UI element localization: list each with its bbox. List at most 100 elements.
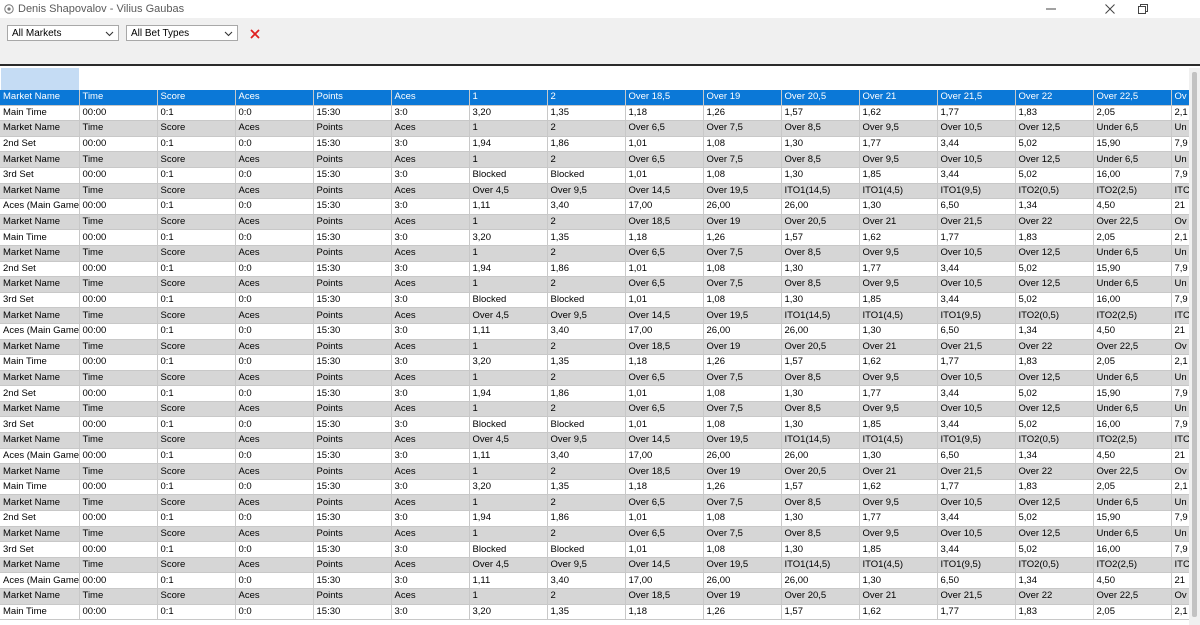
clear-filters-icon[interactable] (249, 28, 261, 40)
table-row[interactable]: 3rd Set 00:00 0:1 0:0 15:30 3:0 Blocked Blocked… (0, 167, 1191, 184)
table-cell[interactable]: Over 8,5 (781, 401, 860, 418)
table-cell[interactable]: 1,11 (469, 323, 548, 340)
table-cell[interactable]: 1,30 (781, 261, 860, 278)
table-cell[interactable]: ITO1(9,5) (937, 557, 1016, 574)
table-cell[interactable]: 2 (547, 120, 626, 137)
table-cell[interactable]: ITC (1171, 432, 1191, 449)
table-cell[interactable]: 1 (469, 120, 548, 137)
table-cell[interactable]: ITO1(4,5) (859, 183, 938, 200)
table-cell[interactable]: Score (157, 494, 236, 512)
table-cell[interactable]: Over 20,5 (781, 214, 860, 231)
table-cell[interactable]: Over 6,5 (625, 370, 704, 387)
table-cell[interactable]: Market Name (0, 245, 80, 262)
table-cell[interactable]: 21 (1171, 572, 1191, 589)
table-cell[interactable]: 26,00 (703, 572, 782, 589)
table-cell[interactable]: 7,9 (1171, 385, 1191, 402)
table-cell[interactable]: Score (157, 557, 236, 574)
table-cell[interactable]: Time (79, 494, 158, 512)
table-cell[interactable]: 5,02 (1015, 292, 1094, 309)
table-cell[interactable]: Un (1171, 401, 1191, 418)
close-window-button[interactable] (1095, 0, 1125, 18)
table-cell[interactable]: 1 (469, 276, 548, 293)
table-cell[interactable]: Market Name (0, 90, 80, 106)
table-cell[interactable]: 0:0 (235, 136, 314, 153)
table-cell[interactable]: 3:0 (391, 541, 470, 558)
table-cell[interactable]: Score (157, 90, 236, 106)
group-header-row[interactable]: Market Name Time Score Aces Points Aces 1 2 Over… (0, 463, 1191, 480)
table-cell[interactable]: 0:1 (157, 448, 236, 465)
table-cell[interactable]: 2,05 (1093, 105, 1172, 122)
grid-corner-cell[interactable] (1, 68, 79, 90)
table-cell[interactable]: 3,20 (469, 479, 548, 496)
table-cell[interactable]: 7,9 (1171, 416, 1191, 434)
table-row[interactable]: Main Time 00:00 0:1 0:0 15:30 3:0 3,20 1,35 1,18… (0, 479, 1191, 496)
table-cell[interactable]: 1 (469, 463, 548, 480)
table-cell[interactable]: Score (157, 370, 236, 387)
table-cell[interactable]: Aces (235, 588, 314, 605)
table-cell[interactable]: Aces (391, 183, 470, 200)
table-cell[interactable]: Points (313, 245, 392, 262)
table-cell[interactable]: Over 9,5 (859, 494, 938, 512)
table-cell[interactable]: 6,50 (937, 572, 1016, 589)
table-cell[interactable]: 1,11 (469, 198, 548, 215)
group-header-row[interactable]: Market Name Time Score Aces Points Aces 1 2 Over… (0, 214, 1191, 231)
table-cell[interactable]: Aces (235, 494, 314, 512)
table-cell[interactable]: 3rd Set (0, 167, 80, 184)
table-cell[interactable]: 5,02 (1015, 416, 1094, 434)
table-cell[interactable]: Over 10,5 (937, 526, 1016, 543)
table-cell[interactable]: 3:0 (391, 479, 470, 496)
table-cell[interactable]: 1 (469, 401, 548, 418)
table-cell[interactable]: Over 9,5 (547, 183, 626, 200)
table-cell[interactable]: 1,34 (1015, 323, 1094, 340)
table-cell[interactable]: 15:30 (313, 354, 392, 371)
table-cell[interactable]: 2nd Set (0, 136, 80, 153)
table-cell[interactable]: Score (157, 526, 236, 543)
table-cell[interactable]: 1,85 (859, 292, 938, 309)
table-cell[interactable]: 1,08 (703, 292, 782, 309)
table-cell[interactable]: Un (1171, 370, 1191, 387)
table-cell[interactable]: 0:0 (235, 167, 314, 184)
table-cell[interactable]: Main Time (0, 105, 80, 122)
table-cell[interactable]: Over 22 (1015, 463, 1094, 480)
table-cell[interactable]: 1,83 (1015, 479, 1094, 496)
table-cell[interactable]: Un (1171, 526, 1191, 543)
table-cell[interactable]: Aces (235, 245, 314, 262)
table-cell[interactable]: Over 22 (1015, 339, 1094, 356)
table-cell[interactable]: 15:30 (313, 105, 392, 122)
table-cell[interactable]: Time (79, 463, 158, 480)
table-cell[interactable]: 15:30 (313, 385, 392, 402)
table-cell[interactable]: 0:1 (157, 105, 236, 122)
table-cell[interactable]: Aces (391, 401, 470, 418)
table-cell[interactable]: 0:0 (235, 479, 314, 496)
table-cell[interactable]: Score (157, 214, 236, 231)
minimize-button[interactable] (1036, 0, 1066, 18)
group-header-row[interactable]: Market Name Time Score Aces Points Aces 1 2 Over… (0, 401, 1191, 418)
table-cell[interactable]: Over 7,5 (703, 494, 782, 512)
table-cell[interactable]: Under 6,5 (1093, 370, 1172, 387)
table-cell[interactable]: 0:1 (157, 385, 236, 402)
table-cell[interactable]: ITO1(4,5) (859, 557, 938, 574)
table-cell[interactable]: ITO1(9,5) (937, 307, 1016, 324)
table-cell[interactable]: 7,9 (1171, 167, 1191, 184)
table-cell[interactable]: 2,1 (1171, 479, 1191, 496)
table-cell[interactable]: 1 (469, 245, 548, 262)
table-cell[interactable]: 26,00 (703, 448, 782, 465)
table-cell[interactable]: 1,77 (937, 105, 1016, 122)
table-cell[interactable]: Over 19,5 (703, 307, 782, 324)
table-cell[interactable]: Market Name (0, 588, 80, 605)
table-row[interactable]: 3rd Set 00:00 0:1 0:0 15:30 3:0 Blocked Blocked… (0, 292, 1191, 309)
table-cell[interactable]: Aces (235, 463, 314, 480)
table-cell[interactable]: 2 (547, 276, 626, 293)
table-cell[interactable]: Points (313, 307, 392, 324)
table-cell[interactable]: Score (157, 432, 236, 449)
table-cell[interactable]: Time (79, 557, 158, 574)
table-cell[interactable]: 16,00 (1093, 167, 1172, 184)
table-cell[interactable]: Aces (391, 245, 470, 262)
table-cell[interactable]: 1,30 (859, 448, 938, 465)
table-cell[interactable]: 0:0 (235, 229, 314, 246)
table-cell[interactable]: 1,94 (469, 261, 548, 278)
group-header-row[interactable]: Market Name Time Score Aces Points Aces Over 4… (0, 432, 1191, 449)
table-cell[interactable]: Market Name (0, 463, 80, 480)
table-cell[interactable]: Over 6,5 (625, 494, 704, 512)
table-cell[interactable]: Over 19 (703, 463, 782, 480)
